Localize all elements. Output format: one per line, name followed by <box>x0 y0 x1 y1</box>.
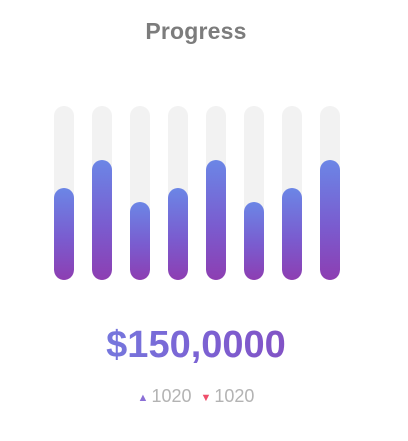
progress-bar-fill <box>244 202 264 280</box>
card-title: Progress <box>145 18 247 44</box>
increase-value: 1020 <box>151 386 192 406</box>
triangle-up-icon: ▲ <box>137 392 149 404</box>
progress-amount: $150,0000 <box>0 322 392 368</box>
progress-bar-fill <box>206 160 226 280</box>
progress-bar-track <box>92 106 112 280</box>
progress-bar-track <box>282 106 302 280</box>
progress-bar-fill <box>54 188 74 280</box>
progress-bar-fill <box>130 202 150 280</box>
progress-bar-track <box>130 106 150 280</box>
progress-bar-track <box>206 106 226 280</box>
decrease-stat: ▼ 1020 <box>201 386 255 407</box>
decrease-value: 1020 <box>214 386 255 406</box>
progress-bar-track <box>168 106 188 280</box>
progress-bar-fill <box>92 160 112 280</box>
progress-bar-track <box>244 106 264 280</box>
increase-stat: ▲ 1020 <box>138 386 192 407</box>
progress-bar-track <box>54 106 74 280</box>
triangle-down-icon: ▼ <box>200 392 212 404</box>
progress-card: Progress $150,0000 ▲ 1020 ▼ 1020 <box>0 0 408 441</box>
progress-bar-fill <box>168 188 188 280</box>
progress-bars <box>54 106 340 280</box>
progress-bar-track <box>320 106 340 280</box>
progress-bar-fill <box>320 160 340 280</box>
progress-stats: ▲ 1020 ▼ 1020 <box>0 386 392 407</box>
progress-bar-fill <box>282 188 302 280</box>
